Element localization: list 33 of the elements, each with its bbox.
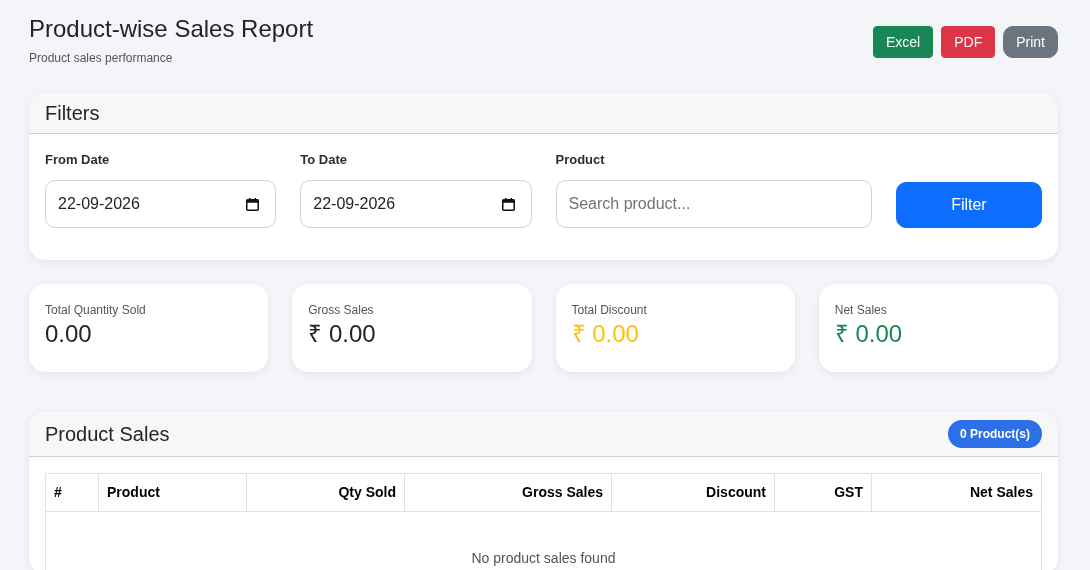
summary-label: Total Discount [571,303,647,317]
field-label: From Date [45,152,110,168]
page-subtitle: Product sales performance [29,51,174,66]
calendar-icon[interactable] [501,198,515,211]
pdf-button[interactable]: PDF [941,26,996,58]
summary-value: 0.00 [45,319,92,348]
page-title: Product-wise Sales Report [29,14,314,43]
field-label: To Date [300,152,347,168]
summary-value: ₹ 0.00 [571,319,639,348]
column-header: Product [98,473,247,512]
summary-label: Total Quantity Sold [45,303,146,317]
summary-label: Net Sales [834,303,887,317]
product-sales-title: Product Sales [45,422,170,446]
column-header: Qty Sold [246,473,405,512]
summary-label: Gross Sales [308,303,374,317]
empty-message: No product sales found [471,550,616,566]
field-label: Product [555,152,605,168]
column-header: Net Sales [871,473,1042,512]
filters-title: Filters [45,101,100,125]
column-header: Gross Sales [404,473,612,512]
calendar-icon[interactable] [246,198,260,211]
summary-value: ₹ 0.00 [308,319,376,348]
date-field[interactable]: 22-09-2026 [300,180,532,228]
column-header: Discount [611,473,775,512]
date-field[interactable]: 22-09-2026 [45,180,277,228]
column-header: GST [774,473,872,512]
print-button[interactable]: Print [1003,26,1058,58]
summary-value: ₹ 0.00 [834,319,903,348]
column-header: # [45,473,99,512]
product-count-badge: 0 Product(s) [948,420,1042,448]
excel-button[interactable]: Excel [872,26,934,58]
search-field[interactable]: Search product... [555,180,872,228]
filter-button[interactable]: Filter [895,182,1042,228]
